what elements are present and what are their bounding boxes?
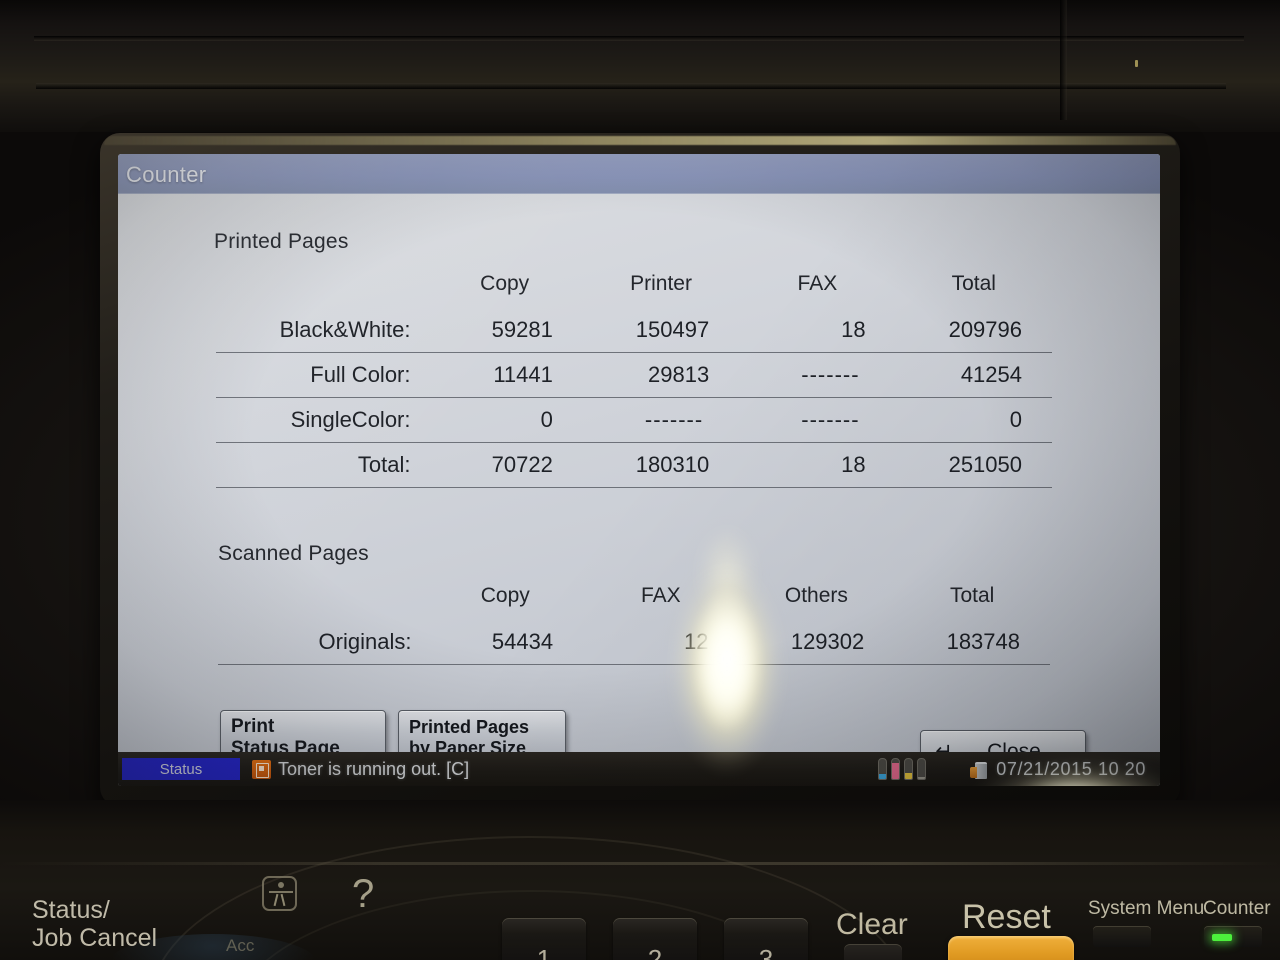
toner-warning-icon [252,759,271,779]
status-job-cancel-line2: Job Cancel [32,924,158,952]
numeric-key-1-label: 1 [536,944,552,960]
help-icon[interactable]: ? [352,872,374,917]
table-row: Full Color: 11441 29813 ------- 41254 [216,353,1052,398]
cell-fax: ------- [801,362,860,387]
cell-printer: 150497 [635,317,710,342]
printer-housing-top [0,0,1280,132]
status-message: Toner is running out. [C] [278,758,470,779]
accessibility-sublabel: Acc [226,936,255,955]
table-row: SingleColor: 0 ------- ------- 0 [216,398,1052,443]
col-head-fax: FAX [797,272,838,295]
cell-total: 0 [1009,407,1022,432]
status-bar-right: 07/21/2015 10 20 [878,758,1160,780]
toner-cartridge-icon [970,760,988,779]
clear-key[interactable] [844,944,902,960]
cell-others: 129302 [790,629,865,654]
col-head-blank [216,270,427,308]
housing-seam [1060,0,1067,120]
row-label: Black&White: [279,317,411,342]
housing-highlight [1135,60,1138,67]
counter-key-label: Counter [1203,898,1271,919]
lcd-screen: Counter Printed Pages Copy Printer FAX T… [118,154,1160,786]
photo-scene: Counter Printed Pages Copy Printer FAX T… [0,0,1280,960]
print-status-line1: Print [231,715,275,737]
printed-pages-table: Copy Printer FAX Total Black&White: 5928… [216,270,1052,488]
row-label: Full Color: [310,362,411,387]
status-tab[interactable]: Status [122,758,240,780]
table-row: Originals: 54434 12 129302 183748 [218,620,1050,665]
cell-copy: 11441 [493,362,553,387]
clear-key-label: Clear [836,908,908,941]
numeric-key-3-label: 3 [758,944,774,960]
cell-fax: 18 [841,452,866,477]
pages-by-size-line1: Printed Pages [409,716,530,737]
cell-copy: 59281 [491,317,553,342]
toner-gauge-magenta [891,758,901,780]
row-label: Total: [357,452,411,477]
row-label: SingleColor: [290,407,411,432]
cell-total: 251050 [948,452,1022,477]
col-head-copy: Copy [480,272,530,295]
housing-seam [36,83,1226,89]
cell-copy: 0 [540,407,553,432]
page-title: Counter [126,162,207,187]
titlebar: Counter [118,154,1160,194]
cell-copy: 54434 [491,629,554,654]
printed-pages-heading: Printed Pages [214,230,349,253]
numeric-key-3[interactable]: 3 [724,918,808,960]
toner-gauge-cyan [878,758,888,780]
scanned-pages-table: Copy FAX Others Total Originals: 54434 1… [218,582,1050,665]
numeric-key-1[interactable]: 1 [502,918,586,960]
datetime-display: 07/21/2015 10 20 [996,758,1146,779]
system-menu-key[interactable] [1093,926,1151,947]
cell-total: 41254 [960,362,1022,387]
col-head-total: Total [949,584,995,607]
col-head-fax: FAX [640,584,681,607]
cell-copy: 70722 [491,452,553,477]
status-tab-label: Status [159,760,203,778]
status-job-cancel-label[interactable]: Status/ Job Cancel [32,896,157,952]
table-header-row: Copy Printer FAX Total [216,270,1052,308]
numeric-key-2-label: 2 [647,944,663,960]
status-job-cancel-line1: Status/ [32,896,110,924]
toner-gauge-black [917,758,927,780]
cell-printer: 180310 [635,452,710,477]
cell-printer: 29813 [648,362,710,387]
col-head-blank [218,582,427,620]
lcd-bezel-highlight [104,136,1176,145]
col-head-total: Total [951,272,996,295]
col-head-others: Others [784,584,848,607]
col-head-copy: Copy [480,584,530,607]
system-menu-key-label: System Menu [1088,898,1205,919]
cell-total: 183748 [946,629,1020,654]
cell-printer: ------- [644,407,704,432]
col-head-printer: Printer [630,272,692,295]
counter-key-led [1212,934,1232,941]
cell-total: 209796 [948,317,1022,342]
dialog-content: Printed Pages Copy Printer FAX Total Bla… [118,194,1160,774]
accessibility-icon-legs [262,876,297,911]
cell-fax: ------- [801,407,860,432]
table-row: Total: 70722 180310 18 251050 [216,443,1052,488]
cell-fax: 12 [684,629,709,654]
reset-key-label: Reset [962,898,1051,936]
row-label: Originals: [318,629,412,654]
scanned-pages-heading: Scanned Pages [218,542,369,565]
status-bar: Status Toner is running out. [C] 07/21/2… [118,752,1160,786]
table-row: Black&White: 59281 150497 18 209796 [216,308,1052,353]
toner-level-indicator [878,758,927,780]
cell-fax: 18 [841,317,866,342]
table-header-row: Copy FAX Others Total [218,582,1050,620]
reset-key[interactable] [948,936,1074,960]
numeric-key-2[interactable]: 2 [613,918,697,960]
toner-gauge-yellow [904,758,914,780]
